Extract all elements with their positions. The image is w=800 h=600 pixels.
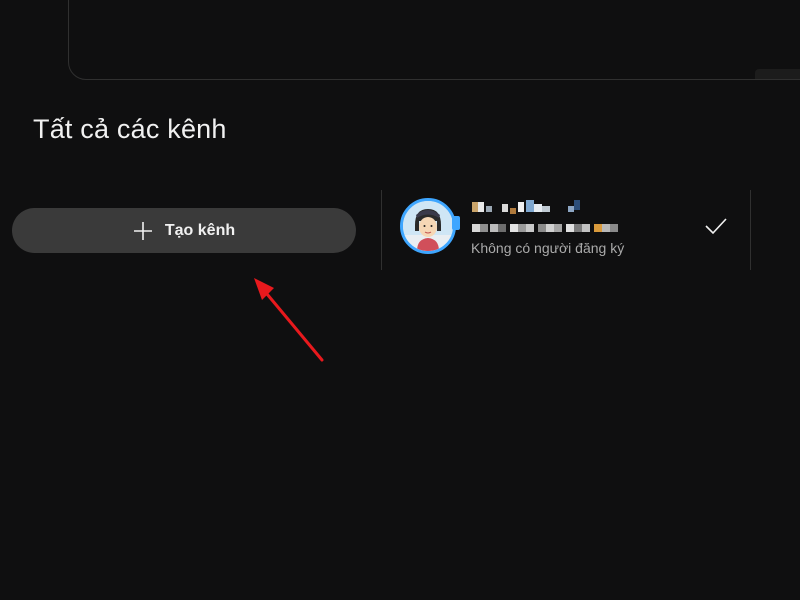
divider-left <box>381 190 382 270</box>
channel-avatar <box>400 198 456 254</box>
checkmark-icon <box>705 218 727 235</box>
subscriber-count: Không có người đăng ký <box>471 240 625 256</box>
avatar-illustration <box>403 201 453 251</box>
top-card-tab <box>755 69 800 79</box>
page: Tất cả các kênh Tạo kênh Không có người … <box>0 0 800 600</box>
annotation-arrow <box>254 278 324 362</box>
top-card <box>68 0 800 80</box>
avatar-badge <box>452 216 460 230</box>
create-channel-label: Tạo kênh <box>164 221 236 239</box>
channel-card[interactable]: Không có người đăng ký <box>400 196 740 260</box>
plus-icon <box>133 221 152 240</box>
channel-handle-redacted <box>472 224 618 232</box>
section-title: Tất cả các kênh <box>33 114 227 144</box>
divider-right <box>750 190 751 270</box>
create-channel-button[interactable]: Tạo kênh <box>12 208 356 253</box>
channel-name-redacted <box>472 200 580 214</box>
